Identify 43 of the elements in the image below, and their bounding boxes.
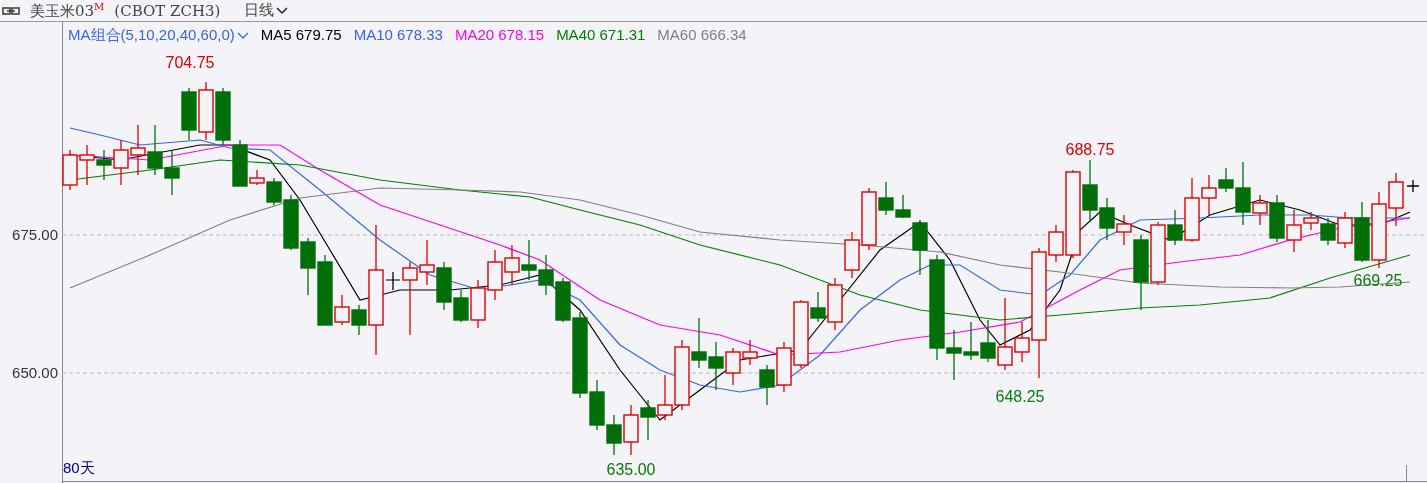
price-annotation: 669.25: [1353, 272, 1403, 289]
instrument-code: (CBOT ZCH3): [114, 1, 221, 20]
ma-legend-value: MA5 679.75: [260, 26, 342, 45]
ma-legend-value: MA20 678.15: [454, 26, 545, 45]
candlestick: [606, 414, 622, 456]
candlestick: [198, 81, 214, 141]
link-icon[interactable]: [2, 5, 20, 16]
candlestick: [130, 124, 146, 176]
candlestick: [300, 237, 316, 296]
price-annotation: 704.75: [165, 54, 215, 71]
candlestick: [1388, 172, 1404, 227]
candlestick: [538, 254, 554, 296]
price-annotation: 688.75: [1065, 141, 1115, 158]
candlestick: [844, 231, 860, 279]
candlestick: [708, 341, 724, 391]
ma-group-dropdown[interactable]: MA组合(5,10,20,40,60,0): [68, 26, 249, 45]
candlestick: [62, 149, 78, 191]
candlestick: [691, 317, 707, 369]
candlestick: [147, 124, 163, 176]
candlestick: [181, 87, 197, 141]
candlestick: [776, 341, 792, 393]
price-annotation: 635.00: [606, 461, 656, 478]
instrument-title: 美玉米03$^{M}$: [30, 0, 105, 21]
y-axis-label: 675.00: [12, 226, 58, 243]
candlestick: [504, 244, 520, 286]
candlestick: [487, 249, 503, 301]
ma-legend-value: MA60 666.34: [657, 26, 747, 45]
price-annotation: 648.25: [995, 388, 1045, 405]
candlestick: [640, 399, 656, 441]
y-axis-label: 650.00: [12, 364, 58, 381]
candlestick: [215, 87, 231, 146]
chevron-icon: [236, 31, 249, 40]
candlestick: [79, 144, 95, 186]
candlestick: [164, 149, 180, 196]
crosshair-icon: [1406, 179, 1420, 193]
candlestick: [963, 321, 979, 361]
range-label: 80天: [63, 459, 95, 476]
ma-legend-value: MA10 678.33: [353, 26, 443, 45]
chevron-icon: [276, 6, 289, 15]
ma-legend-value: MA40 671.31: [556, 26, 646, 45]
candlestick: [521, 239, 537, 281]
candlestick: [623, 404, 639, 456]
period-dropdown[interactable]: 日线: [244, 1, 289, 20]
